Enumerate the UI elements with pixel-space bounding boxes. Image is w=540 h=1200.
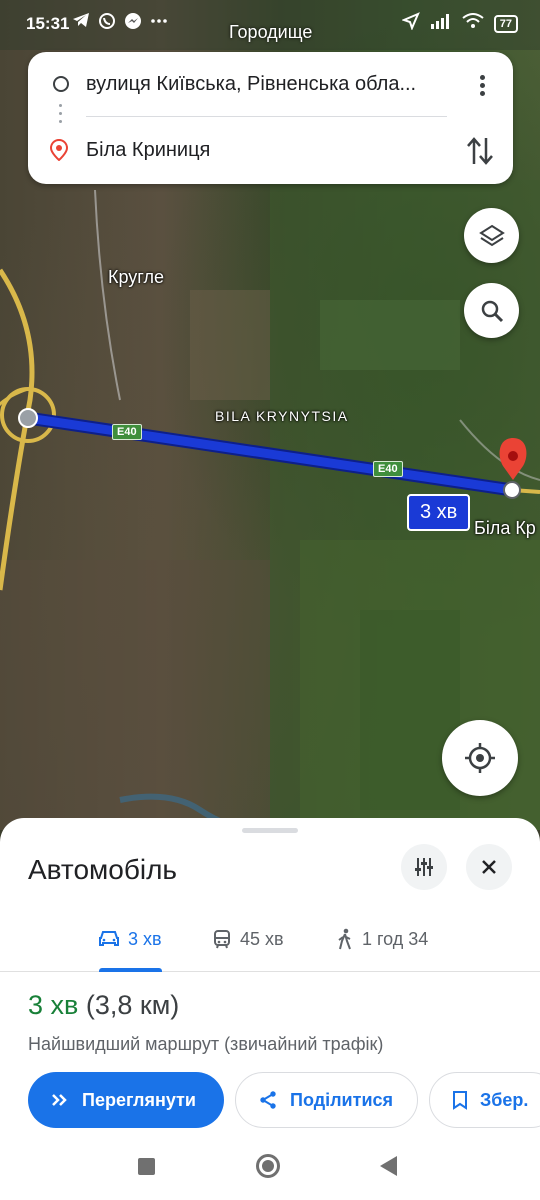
map-label-village: Кругле: [108, 267, 164, 287]
route-summary: 3 хв (3,8 км): [28, 990, 179, 1021]
tab-driving[interactable]: 3 хв: [98, 924, 162, 954]
eta-bubble[interactable]: 3 хв: [407, 494, 471, 531]
road-shield-e40: E40: [373, 461, 403, 477]
back-button[interactable]: [380, 1156, 397, 1176]
route-distance: (3,8 км): [85, 990, 180, 1020]
sheet-drag-handle[interactable]: [242, 828, 298, 833]
telegram-icon: [72, 12, 90, 35]
map-label-top: Городище: [229, 22, 313, 42]
route-options-button[interactable]: [401, 844, 447, 890]
recents-button[interactable]: [138, 1158, 155, 1175]
share-icon: [260, 1091, 276, 1109]
signal-icon: [430, 13, 452, 34]
more-options-button[interactable]: [467, 70, 497, 100]
transit-icon: [214, 930, 230, 949]
bookmark-icon: [453, 1091, 467, 1110]
location-arrow-icon: [400, 12, 420, 35]
route-dots-icon: [59, 104, 62, 123]
wifi-icon: [462, 13, 484, 34]
tab-transit[interactable]: 45 хв: [212, 924, 284, 954]
tab-transit-label: 45 хв: [240, 928, 284, 949]
swap-vert-icon: [467, 137, 493, 165]
tab-walking[interactable]: 1 год 34: [336, 924, 428, 954]
viber-icon: [98, 12, 116, 35]
walk-icon: [338, 928, 351, 950]
more-vert-icon: [479, 74, 485, 80]
close-icon: [482, 860, 496, 874]
destination-pin-small-icon: [49, 138, 69, 166]
route-end-marker: [503, 481, 521, 499]
swap-route-button[interactable]: [465, 134, 495, 168]
close-button[interactable]: [466, 844, 512, 890]
sheet-title: Автомобіль: [28, 854, 178, 885]
search-icon: [481, 300, 503, 322]
my-location-button[interactable]: [442, 720, 518, 796]
active-tab-indicator: [99, 968, 162, 972]
card-divider: [86, 116, 447, 117]
more-notifications-icon: [150, 12, 168, 35]
preview-button[interactable]: Переглянути: [28, 1072, 224, 1128]
tune-icon: [415, 858, 433, 876]
destination-field[interactable]: Біла Криниця: [86, 139, 210, 162]
share-button-label: Поділитися: [290, 1089, 394, 1110]
map-label-destination: Біла Кр: [474, 518, 536, 538]
map-label-area: BILA KRYNYTSIA: [215, 408, 349, 424]
origin-circle-icon: [53, 76, 69, 92]
route-eta: 3 хв: [28, 990, 79, 1020]
share-button[interactable]: Поділитися: [235, 1072, 418, 1128]
layers-button[interactable]: [464, 208, 519, 263]
home-button[interactable]: [256, 1154, 280, 1178]
travel-mode-tabs: 3 хв 45 хв 1 год 34: [0, 914, 540, 972]
route-start-marker: [18, 408, 38, 428]
status-left-icons: [72, 12, 168, 35]
battery-indicator: 77: [493, 14, 518, 33]
double-chevron-icon: [52, 1094, 67, 1106]
status-right-icons: 77: [400, 12, 518, 35]
tab-walking-label: 1 год 34: [362, 928, 429, 949]
search-along-route-button[interactable]: [464, 283, 519, 338]
route-card: вулиця Київська, Рівненська обла... Біла…: [28, 52, 513, 184]
save-button-label: Збер.: [480, 1089, 529, 1110]
origin-field[interactable]: вулиця Київська, Рівненська обла...: [86, 73, 446, 96]
layers-icon: [478, 224, 505, 246]
status-bar: 15:31 Городище 77: [0, 0, 540, 48]
save-button[interactable]: Збер.: [429, 1072, 540, 1128]
preview-button-label: Переглянути: [82, 1089, 196, 1110]
road-shield-e40: E40: [112, 424, 142, 440]
messenger-icon: [124, 12, 142, 35]
crosshair-icon: [465, 743, 495, 773]
action-buttons: Переглянути Поділитися Збер.: [0, 1072, 540, 1128]
status-time: 15:31: [26, 14, 70, 33]
car-icon: [99, 931, 119, 946]
system-nav-bar: [0, 1140, 540, 1200]
route-description: Найшвидший маршрут (звичайний трафік): [28, 1034, 384, 1054]
tab-driving-label: 3 хв: [128, 928, 162, 949]
